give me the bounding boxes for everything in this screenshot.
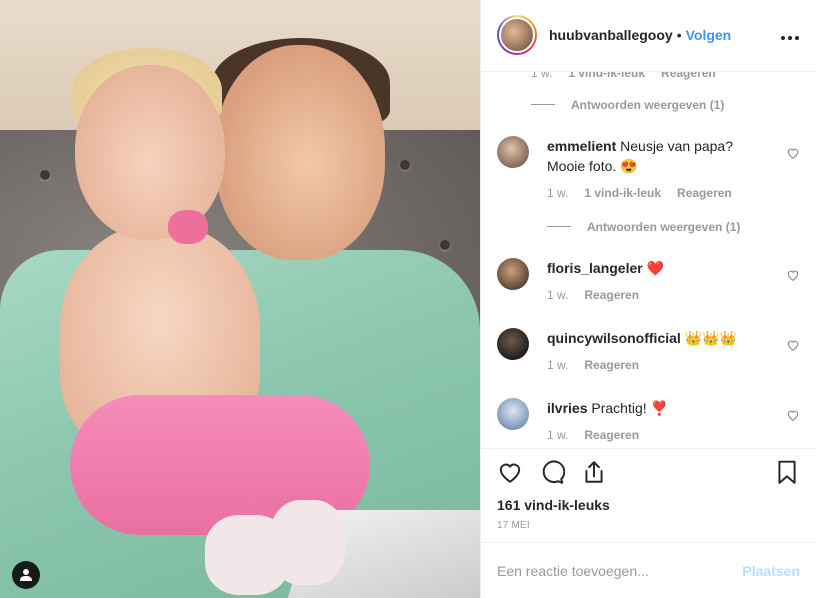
separator-dot: •	[676, 27, 682, 44]
commenter-avatar[interactable]	[497, 397, 529, 430]
comment-meta: 1 w. Reageren	[547, 288, 639, 302]
photo-pacifier	[168, 210, 208, 244]
commenter-avatar[interactable]	[497, 327, 529, 360]
follow-button[interactable]: Volgen	[686, 27, 732, 43]
like-comment-heart-icon[interactable]	[786, 338, 800, 352]
comment-meta: 1 w. Reageren	[547, 358, 639, 372]
view-replies-button[interactable]: Antwoorden weergeven (1)	[531, 98, 724, 112]
comment-time: 1 w.	[531, 71, 553, 80]
owner-username[interactable]: huubvanballegooy	[549, 27, 673, 43]
comment-likes[interactable]: 1 vind-ik-leuk	[584, 186, 661, 200]
comment-text: Prachtig! ❣️	[591, 399, 668, 416]
comment-time: 1 w.	[547, 287, 569, 302]
instagram-post: huubvanballegooy • Volgen 1 w. 1 vind-ik…	[0, 0, 816, 598]
commenter-username[interactable]: floris_langeler	[547, 260, 643, 276]
more-options-icon[interactable]	[780, 25, 800, 46]
comment-body: floris_langeler ❤️	[547, 258, 770, 278]
post-header: huubvanballegooy • Volgen	[481, 0, 816, 72]
comment-body: ilvries Prachtig! ❣️	[547, 398, 770, 418]
view-replies-label: Antwoorden weergeven (1)	[571, 97, 725, 112]
post-sidebar: huubvanballegooy • Volgen 1 w. 1 vind-ik…	[480, 0, 816, 598]
view-replies-label: Antwoorden weergeven (1)	[587, 219, 741, 234]
replies-line	[531, 104, 555, 106]
comment-time: 1 w.	[547, 357, 569, 372]
replies-line	[547, 226, 571, 228]
comment-body: quincywilsonofficial 👑👑👑	[547, 328, 770, 348]
add-comment-bar: Plaatsen	[481, 542, 816, 598]
bookmark-icon[interactable]	[774, 459, 800, 485]
commenter-username[interactable]: quincywilsonofficial	[547, 330, 681, 346]
comment-item: floris_langeler ❤️ 1 w. Reageren	[497, 257, 800, 318]
photo-man-face	[215, 45, 385, 260]
commenter-avatar[interactable]	[497, 135, 529, 168]
photo-sock	[270, 500, 345, 585]
like-comment-heart-icon[interactable]	[786, 268, 800, 282]
comment-time: 1 w.	[547, 427, 569, 442]
comment-icon[interactable]	[539, 459, 565, 485]
post-comment-button[interactable]: Plaatsen	[742, 563, 800, 579]
reply-link[interactable]: Reageren	[661, 72, 716, 80]
heart-icon[interactable]	[497, 459, 523, 485]
comment-time: 1 w.	[547, 185, 569, 200]
comment-item: emmelient Neusje van papa? Mooie foto. 😍…	[497, 135, 800, 256]
comment-body: emmelient Neusje van papa? Mooie foto. 😍	[547, 136, 770, 176]
tagged-users-button[interactable]	[12, 561, 40, 589]
comment-meta: 1 w. Reageren	[547, 428, 639, 442]
post-date[interactable]: 17 MEI	[481, 516, 816, 542]
reply-link[interactable]: Reageren	[584, 428, 639, 442]
likes-count[interactable]: 161 vind-ik-leuks	[481, 494, 816, 516]
reply-link[interactable]: Reageren	[584, 288, 639, 302]
owner-avatar[interactable]	[497, 15, 537, 56]
commenter-username[interactable]: ilvries	[547, 400, 587, 416]
user-icon	[20, 569, 32, 581]
reply-link[interactable]: Reageren	[677, 186, 732, 200]
comment-meta: 1 w. 1 vind-ik-leuk Reageren	[531, 72, 716, 80]
comment-meta: 1 w. 1 vind-ik-leuk Reageren	[547, 186, 732, 200]
comments-list[interactable]: 1 w. 1 vind-ik-leuk Reageren Antwoorden …	[481, 72, 816, 448]
commenter-username[interactable]: emmelient	[547, 138, 616, 154]
commenter-avatar[interactable]	[497, 257, 529, 290]
comment-text: 👑👑👑	[684, 329, 737, 346]
comment-input[interactable]	[497, 562, 743, 579]
share-icon[interactable]	[581, 459, 607, 485]
like-comment-heart-icon[interactable]	[786, 408, 800, 422]
reply-link[interactable]: Reageren	[584, 358, 639, 372]
post-photo[interactable]	[0, 0, 480, 598]
comment-likes[interactable]: 1 vind-ik-leuk	[568, 72, 645, 80]
comment-item: ilvries Prachtig! ❣️ 1 w. Reageren	[497, 397, 800, 448]
comment-item: quincywilsonofficial 👑👑👑 1 w. Reageren	[497, 327, 800, 388]
like-comment-heart-icon[interactable]	[786, 146, 800, 160]
action-bar	[481, 448, 816, 494]
comment-text: ❤️	[646, 259, 665, 276]
view-replies-button[interactable]: Antwoorden weergeven (1)	[547, 220, 740, 234]
